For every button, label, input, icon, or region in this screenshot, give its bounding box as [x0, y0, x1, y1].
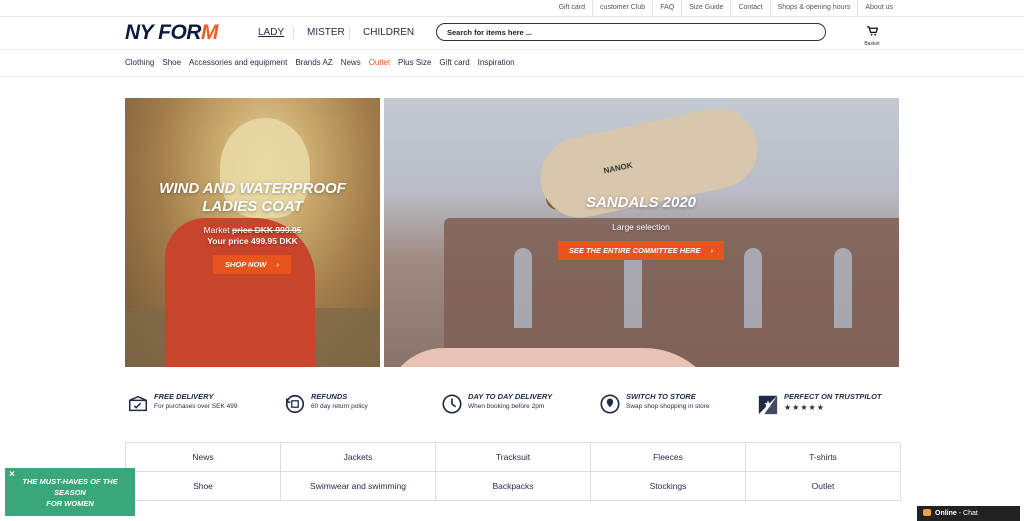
chat-label: Chat [963, 510, 978, 517]
divider [349, 27, 350, 39]
usp-title: SWITCH TO STORE [626, 392, 696, 401]
usp-sub: 60 day return policy [311, 403, 368, 410]
grid-jackets[interactable]: Jackets [281, 443, 436, 472]
cat-shoe[interactable]: Shoe [162, 50, 181, 76]
delivery-box-icon [129, 395, 147, 412]
cat-inspiration[interactable]: Inspiration [478, 50, 515, 76]
divider [293, 27, 294, 39]
see-committee-button[interactable]: SEE THE ENTIRE COMMITTEE HERE › [558, 241, 724, 260]
usp-sub: Swap shop shopping in store [626, 403, 710, 410]
category-nav: Clothing Shoe Accessories and equipment … [125, 50, 523, 76]
cat-brands[interactable]: Brands AZ [295, 50, 332, 76]
hero-coat-title-line1: WIND AND WATERPROOF [159, 180, 346, 197]
promo-line: FOR WOMEN [46, 499, 94, 508]
chat-separator: - [958, 510, 962, 517]
shop-now-button[interactable]: SHOP NOW › [213, 255, 291, 274]
usp-sub: For purchases over SEK 499 [154, 403, 238, 410]
usp-switch-store: SWITCH TO STORE Swap shop shopping in sto… [599, 392, 709, 415]
store-pin-icon [600, 394, 620, 414]
shop-now-label: SHOP NOW [225, 260, 267, 269]
hero-bg-window [624, 248, 642, 328]
hero-coat-market-price: Market price DKK 999.95 [125, 225, 380, 235]
usp-free-delivery: FREE DELIVERY For purchases over SEK 499 [127, 392, 237, 415]
grid-news[interactable]: News [126, 443, 281, 472]
rating-stars: ★★★★★ [784, 403, 825, 412]
chat-status: Online [935, 510, 957, 517]
hero-coat-banner[interactable]: WIND AND WATERPROOF LADIES COAT Market p… [125, 98, 380, 367]
market-price: price DKK 999.95 [231, 225, 302, 235]
util-link-shops[interactable]: Shops & opening hours [769, 0, 858, 16]
grid-fleeces[interactable]: Fleeces [591, 443, 746, 472]
util-link-gift-card[interactable]: Gift card [552, 0, 592, 16]
grid-stockings[interactable]: Stockings [591, 472, 746, 501]
hero-sandals-subtitle: Large selection [612, 222, 670, 232]
hero-sandals-banner[interactable]: NANOK SANDALS 2020 Large selection SEE T… [384, 98, 899, 367]
usp-day-to-day: DAY TO DAY DELIVERY When booking before 2… [441, 392, 552, 415]
grid-backpacks[interactable]: Backpacks [436, 472, 591, 501]
util-link-size-guide[interactable]: Size Guide [681, 0, 730, 16]
cat-plus-size[interactable]: Plus Size [398, 50, 431, 76]
usp-trustpilot: PERFECT ON TRUSTPILOT ★★★★★ [757, 392, 882, 415]
clock-icon [442, 394, 462, 414]
hero-coat-your-price: Your price 499.95 DKK [207, 236, 298, 246]
logo[interactable]: NY FORM [125, 21, 218, 45]
main-header: NY FORM LADY MISTER CHILDREN Basket [0, 17, 1024, 50]
cat-outlet[interactable]: Outlet [369, 50, 390, 76]
util-link-contact[interactable]: Contact [730, 0, 769, 16]
usp-refunds: REFUNDS 60 day return policy [284, 392, 368, 415]
utility-links: Gift card customer Club FAQ Size Guide C… [552, 0, 900, 16]
usp-title: PERFECT ON TRUSTPILOT [784, 392, 882, 401]
hero-sandals-title: SANDALS 2020 [585, 194, 697, 211]
grid-outlet[interactable]: Outlet [746, 472, 901, 501]
see-committee-label: SEE THE ENTIRE COMMITTEE HERE [568, 246, 701, 255]
search-input[interactable] [436, 23, 826, 41]
utility-bar: Gift card customer Club FAQ Size Guide C… [0, 0, 1024, 17]
trustpilot-icon [758, 395, 778, 415]
chevron-right-icon: › [710, 246, 714, 255]
logo-accent: M [200, 21, 219, 44]
nav-mister[interactable]: MISTER [307, 27, 345, 38]
cat-clothing[interactable]: Clothing [125, 50, 154, 76]
cat-gift-card[interactable]: Gift card [439, 50, 469, 76]
hero-coat-title-line2: LADIES COAT [202, 198, 303, 215]
promo-text: THE MUST-HAVES OF THE SEASON FOR WOMEN [5, 476, 135, 509]
nav-children[interactable]: CHILDREN [363, 27, 414, 38]
usp-title: DAY TO DAY DELIVERY [468, 392, 553, 401]
cart-icon [866, 26, 878, 36]
cat-accessories[interactable]: Accessories and equipment [189, 50, 287, 76]
grid-tracksuit[interactable]: Tracksuit [436, 443, 591, 472]
hero-bg-window [834, 248, 852, 328]
basket-button[interactable]: Basket [860, 23, 884, 47]
hero-coat-title: WIND AND WATERPROOF LADIES COAT [125, 180, 380, 216]
logo-text: NY FOR [125, 21, 201, 44]
market-label: Market [203, 225, 230, 235]
util-link-faq[interactable]: FAQ [652, 0, 681, 16]
usp-sub: When booking before 2pm [468, 403, 545, 410]
grid-swimwear[interactable]: Swimwear and swimming [281, 472, 436, 501]
chat-widget[interactable]: Online - Chat [917, 506, 1020, 521]
refund-icon [285, 394, 305, 414]
util-link-customer-club[interactable]: customer Club [592, 0, 652, 16]
usp-title: REFUNDS [311, 392, 348, 401]
grid-shoe[interactable]: Shoe [126, 472, 281, 501]
basket-label: Basket [864, 41, 880, 47]
hero-bg-window [514, 248, 532, 328]
grid-tshirts[interactable]: T-shirts [746, 443, 901, 472]
chevron-right-icon: › [276, 260, 279, 269]
usp-title: FREE DELIVERY [154, 392, 214, 401]
promo-must-haves[interactable]: × THE MUST-HAVES OF THE SEASON FOR WOMEN [5, 468, 135, 516]
cat-news[interactable]: News [341, 50, 361, 76]
category-grid: News Jackets Tracksuit Fleeces T-shirts … [125, 442, 901, 501]
promo-line: SEASON [54, 488, 86, 497]
nav-lady[interactable]: LADY [258, 27, 284, 38]
sandal-brand: NANOK [602, 160, 634, 176]
chat-bubble-icon [923, 509, 931, 516]
divider [0, 76, 1024, 77]
hero-bg-window [744, 248, 762, 328]
util-link-about[interactable]: About us [857, 0, 900, 16]
promo-line: THE MUST-HAVES OF THE [22, 477, 118, 486]
